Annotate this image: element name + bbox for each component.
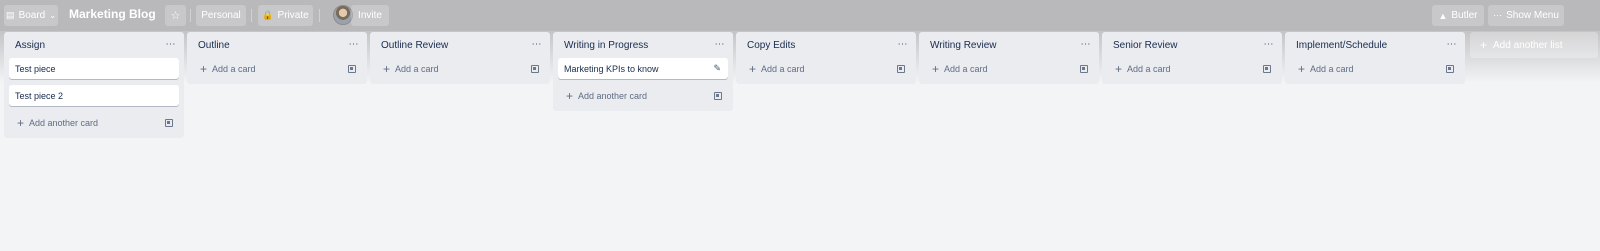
add-card-button[interactable]: + Add a card (741, 58, 911, 80)
card-template-icon[interactable] (1263, 65, 1271, 73)
chevron-down-icon: ⌄ (49, 11, 56, 20)
list-header[interactable]: Copy Edits ⋯ (736, 32, 916, 58)
card-template-icon[interactable] (897, 65, 905, 73)
add-card-label: Add a card (1127, 64, 1171, 74)
ellipsis-icon[interactable]: ⋯ (1447, 40, 1458, 50)
add-card-button[interactable]: + Add a card (1107, 58, 1277, 80)
card-template-icon[interactable] (348, 65, 356, 73)
ellipsis-icon[interactable]: ⋯ (1081, 40, 1092, 50)
add-card-label: Add a card (1310, 64, 1354, 74)
list-header[interactable]: Outline Review ⋯ (370, 32, 550, 58)
card-template-icon[interactable] (714, 92, 722, 100)
plus-icon: + (932, 62, 940, 76)
card[interactable]: Test piece (9, 58, 179, 79)
invite-button[interactable]: Invite (351, 5, 389, 26)
plus-icon: + (566, 89, 574, 103)
list-header[interactable]: Assign ⋯ (4, 32, 184, 58)
add-card-label: Add a card (395, 64, 439, 74)
list-header[interactable]: Senior Review ⋯ (1102, 32, 1282, 58)
plus-icon: + (749, 62, 757, 76)
list-assign: Assign ⋯ Test piece Test piece 2 + Add an… (4, 32, 184, 138)
show-menu-label: Show Menu (1506, 10, 1559, 21)
plus-icon: + (200, 62, 208, 76)
list-writing-in-progress: Writing in Progress ⋯ Marketing KPIs to … (553, 32, 733, 111)
card[interactable]: Marketing KPIs to know ✎ (558, 58, 728, 79)
board-switcher-button[interactable]: ▤ Board ⌄ (4, 5, 58, 26)
add-card-label: Add a card (212, 64, 256, 74)
ellipsis-icon[interactable]: ⋯ (166, 40, 177, 50)
divider (319, 9, 320, 22)
board-icon: ▤ (6, 10, 15, 20)
list-header[interactable]: Writing in Progress ⋯ (553, 32, 733, 58)
plus-icon: + (17, 116, 25, 130)
card-template-icon[interactable] (1446, 65, 1454, 73)
list-header[interactable]: Writing Review ⋯ (919, 32, 1099, 58)
list-title[interactable]: Implement/Schedule (1296, 40, 1387, 51)
show-menu-button[interactable]: ⋯ Show Menu (1488, 5, 1564, 26)
ellipsis-icon[interactable]: ⋯ (1264, 40, 1275, 50)
card-template-icon[interactable] (1080, 65, 1088, 73)
list-writing-review: Writing Review ⋯ + Add a card (919, 32, 1099, 84)
divider (251, 9, 252, 22)
list-header[interactable]: Implement/Schedule ⋯ (1285, 32, 1465, 58)
visibility-label: Private (277, 10, 309, 21)
card-title: Test piece 2 (15, 90, 64, 101)
ellipsis-icon[interactable]: ⋯ (715, 40, 726, 50)
ellipsis-icon[interactable]: ⋯ (349, 40, 360, 50)
team-button[interactable]: Personal (196, 5, 246, 26)
ellipsis-icon[interactable]: ⋯ (898, 40, 909, 50)
divider (190, 9, 191, 22)
add-card-label: Add a card (761, 64, 805, 74)
add-card-button[interactable]: + Add a card (192, 58, 362, 80)
add-list-label: Add another list (1493, 39, 1563, 51)
list-header[interactable]: Outline ⋯ (187, 32, 367, 58)
card-template-icon[interactable] (531, 65, 539, 73)
list-outline-review: Outline Review ⋯ + Add a card (370, 32, 550, 84)
add-card-button[interactable]: + Add a card (924, 58, 1094, 80)
butler-icon: ▲ (1438, 10, 1448, 21)
list-implement-schedule: Implement/Schedule ⋯ + Add a card (1285, 32, 1465, 84)
plus-icon: + (1298, 62, 1306, 76)
list-title[interactable]: Senior Review (1113, 40, 1177, 51)
add-list-button[interactable]: + Add another list (1470, 32, 1598, 58)
list-title[interactable]: Copy Edits (747, 40, 795, 51)
lock-icon: 🔒 (262, 10, 274, 20)
list-title[interactable]: Outline Review (381, 40, 448, 51)
add-card-label: Add another card (578, 91, 648, 101)
add-card-button[interactable]: + Add another card (9, 112, 179, 134)
pencil-icon[interactable]: ✎ (713, 63, 721, 74)
card-template-icon[interactable] (165, 119, 173, 127)
plus-icon: + (383, 62, 391, 76)
list-senior-review: Senior Review ⋯ + Add a card (1102, 32, 1282, 84)
card[interactable]: Test piece 2 (9, 85, 179, 106)
board-title[interactable]: Marketing Blog (69, 7, 156, 21)
list-outline: Outline ⋯ + Add a card (187, 32, 367, 84)
add-card-label: Add a card (944, 64, 988, 74)
add-card-button[interactable]: + Add another card (558, 85, 728, 107)
list-copy-edits: Copy Edits ⋯ + Add a card (736, 32, 916, 84)
star-button[interactable]: ☆ (165, 5, 186, 26)
board-header: ▤ Board ⌄ Marketing Blog ☆ Personal 🔒 Pr… (0, 0, 1600, 31)
plus-icon: + (1115, 62, 1123, 76)
add-card-button[interactable]: + Add a card (1290, 58, 1460, 80)
card-title: Test piece (15, 63, 56, 74)
add-card-label: Add another card (29, 118, 99, 128)
list-title[interactable]: Writing Review (930, 40, 997, 51)
list-title[interactable]: Assign (15, 40, 45, 51)
list-title[interactable]: Writing in Progress (564, 40, 648, 51)
ellipsis-icon: ⋯ (1493, 10, 1503, 20)
ellipsis-icon[interactable]: ⋯ (532, 40, 543, 50)
star-icon: ☆ (170, 10, 181, 22)
card-title: Marketing KPIs to know (564, 63, 659, 74)
member-avatar[interactable] (333, 5, 353, 25)
list-title[interactable]: Outline (198, 40, 230, 51)
board-switcher-label: Board (18, 10, 46, 21)
butler-label: Butler (1451, 10, 1478, 21)
visibility-button[interactable]: 🔒 Private (258, 5, 313, 26)
add-card-button[interactable]: + Add a card (375, 58, 545, 80)
butler-button[interactable]: ▲ Butler (1432, 5, 1484, 26)
plus-icon: + (1480, 38, 1488, 52)
